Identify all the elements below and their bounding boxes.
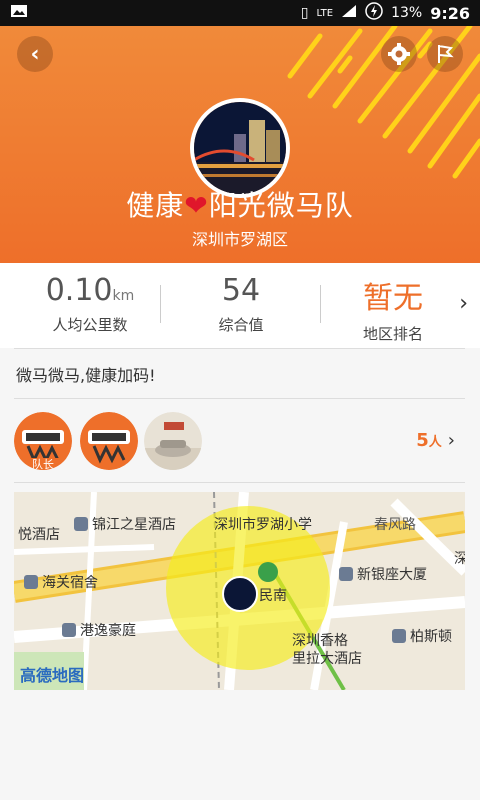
map-poi: 锦江之星酒店 <box>74 514 176 534</box>
member-count-button[interactable]: 5人 › <box>416 430 455 451</box>
divider <box>14 348 465 349</box>
team-name-part2: 阳光微马队 <box>208 189 354 222</box>
clock: 9:26 <box>430 3 470 23</box>
map-location-avatar[interactable] <box>222 576 258 612</box>
home-icon <box>24 575 38 589</box>
status-bar: ▯ LTE 13% 9:26 <box>0 0 480 26</box>
stat-unit: km <box>112 288 135 304</box>
captain-label: 队长 <box>32 458 54 470</box>
stat-label: 人均公里数 <box>52 316 128 334</box>
stat-value: 54 <box>221 273 261 308</box>
home-icon <box>62 623 76 637</box>
chevron-left-icon: ‹ <box>30 41 40 67</box>
chevron-right-icon: › <box>459 291 468 316</box>
member-avatar[interactable] <box>80 412 138 470</box>
divider <box>14 482 465 483</box>
map-road: 春风路 <box>374 517 416 533</box>
team-stats[interactable]: 0.10km 人均公里数 54 综合值 暂无 地区排名 › <box>0 263 480 348</box>
stat-region-rank: 暂无 地区排名 <box>313 273 473 344</box>
team-slogan: 微马微马,健康加码! <box>16 366 156 385</box>
map-poi: 里拉大酒店 <box>292 651 362 667</box>
member-avatar[interactable] <box>144 412 202 470</box>
hotel-icon <box>392 629 406 643</box>
hotel-icon <box>74 517 88 531</box>
member-count-unit: 人 <box>428 435 442 450</box>
map-poi: 海关宿舍 <box>24 572 98 592</box>
chevron-right-icon: › <box>447 430 455 451</box>
settings-button[interactable] <box>381 36 417 72</box>
gear-icon <box>388 43 410 65</box>
signal-icon <box>341 4 357 22</box>
stat-value: 0.10 <box>45 273 113 308</box>
divider <box>14 398 465 399</box>
team-name: 健康❤阳光微马队 <box>0 184 480 224</box>
battery-percent: 13% <box>391 5 423 21</box>
map-station: 民南 <box>259 588 287 604</box>
battery-icon <box>365 2 383 24</box>
map-poi: 深圳香格 <box>292 633 348 649</box>
stat-avg-distance: 0.10km 人均公里数 <box>10 273 170 335</box>
stat-label: 地区排名 <box>362 325 423 343</box>
report-flag-button[interactable] <box>427 36 463 72</box>
stat-composite: 54 综合值 <box>161 273 321 335</box>
heart-icon: ❤ <box>184 189 209 222</box>
member-list[interactable]: 队长 5人 › <box>14 412 465 472</box>
stat-value: 暂无 <box>363 281 423 316</box>
member-count: 5 <box>416 430 429 451</box>
map-poi: 深圳市罗湖小学 <box>214 517 312 533</box>
network-label: LTE <box>316 7 334 19</box>
image-notification-icon <box>10 3 28 23</box>
building-icon <box>339 567 353 581</box>
team-avatar <box>190 98 290 198</box>
team-location-map[interactable]: 锦江之星酒店 深圳市罗湖小学 春风路 海关宿舍 新银座大厦 民南 港逸豪庭 深圳… <box>14 492 465 690</box>
map-poi: 新银座大厦 <box>339 564 427 584</box>
back-button[interactable]: ‹ <box>17 36 53 72</box>
team-city: 深圳市罗湖区 <box>191 230 288 249</box>
team-name-part1: 健康 <box>126 189 185 222</box>
map-poi: 港逸豪庭 <box>62 620 136 640</box>
flag-icon <box>438 45 454 63</box>
map-poi: 深 <box>454 551 465 567</box>
team-header: ‹ 健康❤阳光微马队 深圳市罗湖区 <box>0 26 480 263</box>
map-provider-logo: 高德地图 <box>20 666 85 685</box>
stat-label: 综合值 <box>218 316 264 334</box>
vibrate-icon: ▯ <box>300 5 309 21</box>
member-avatar-captain[interactable]: 队长 <box>14 412 72 470</box>
map-poi: 柏斯顿 <box>392 626 452 646</box>
map-poi: 悦酒店 <box>18 527 60 543</box>
